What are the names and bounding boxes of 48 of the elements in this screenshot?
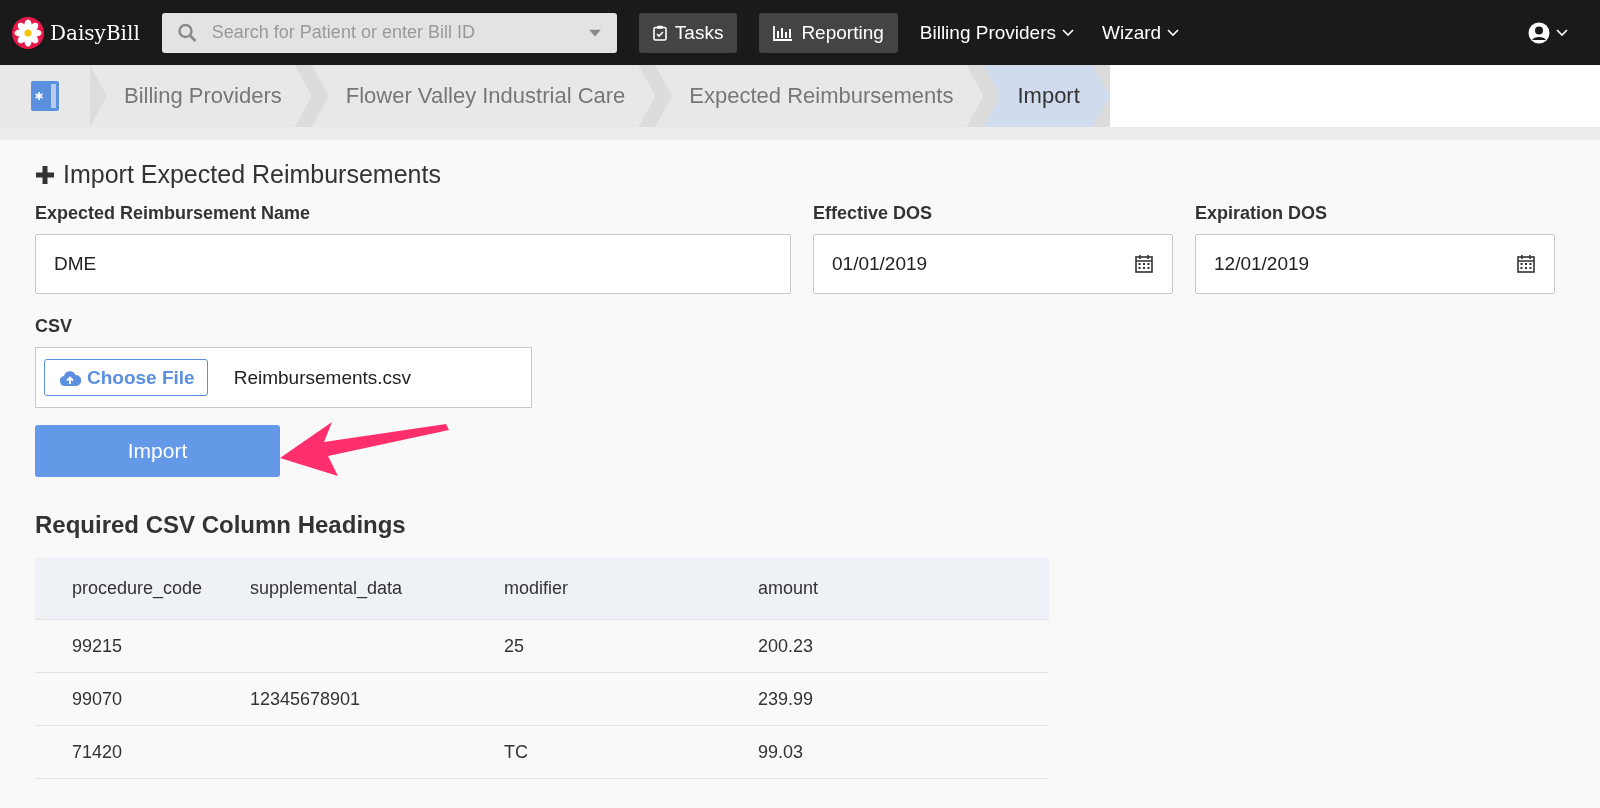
brand-name: DaisyBill [50, 20, 140, 45]
form-title: Import Expected Reimbursements [63, 160, 441, 189]
breadcrumb-link[interactable]: Flower Valley Industrial Care [311, 65, 656, 127]
table-cell: 99215 [72, 635, 123, 657]
table-cell: 12345678901 [250, 688, 361, 710]
column-header: procedure_code [72, 577, 203, 599]
breadcrumb-link[interactable]: Import [983, 65, 1110, 127]
table-cell: 25 [504, 635, 525, 657]
breadcrumb-link[interactable]: Expected Reimbursements [655, 65, 984, 127]
bar-chart-icon [773, 24, 794, 41]
clipboard-icon [652, 24, 667, 41]
column-header: modifier [504, 577, 569, 599]
table-cell: 71420 [72, 741, 123, 763]
calendar-icon[interactable] [1517, 254, 1535, 273]
search-field[interactable]: Search for Patient or enter Bill ID [161, 12, 617, 53]
section-heading: Required CSV Column Headings [35, 511, 407, 539]
date-field[interactable]: 01/01/2019 [813, 234, 1173, 294]
table-cell: 99070 [72, 688, 123, 710]
calendar-icon[interactable] [1135, 254, 1153, 273]
dropdown-caret-icon[interactable] [588, 29, 601, 36]
text-field[interactable]: DME [35, 234, 791, 294]
nav-menu[interactable]: Billing Providers [919, 21, 1074, 44]
table-cell: TC [504, 741, 528, 763]
table-cell: 239.99 [758, 688, 814, 710]
field-label: CSV [35, 316, 73, 337]
file-name: Reimbursements.csv [233, 366, 412, 389]
chevron-down-icon [1062, 28, 1074, 37]
provider-card-icon[interactable] [31, 81, 59, 111]
user-avatar-icon[interactable] [1528, 21, 1550, 44]
file-input[interactable]: Choose File Reimbursements.csv [35, 347, 532, 408]
table-cell: 200.23 [758, 635, 814, 657]
column-header: supplemental_data [250, 577, 403, 599]
chevron-down-icon[interactable] [1556, 28, 1568, 37]
date-field[interactable]: 12/01/2019 [1195, 234, 1555, 294]
nav-button[interactable]: Tasks [638, 12, 738, 53]
table-cell: 99.03 [758, 741, 804, 763]
plus-icon [35, 164, 55, 185]
field-label: Expected Reimbursement Name [35, 203, 312, 224]
column-header: amount [758, 577, 819, 599]
field-label: Effective DOS [813, 203, 934, 224]
daisy-logo-icon [12, 16, 44, 49]
cloud-upload-icon [59, 369, 81, 386]
nav-menu[interactable]: Wizard [1102, 21, 1180, 44]
breadcrumb-link[interactable]: Billing Providers [90, 65, 312, 127]
nav-button[interactable]: Reporting [759, 12, 898, 53]
chevron-down-icon [1167, 28, 1180, 37]
field-label: Expiration DOS [1195, 203, 1329, 224]
search-icon [177, 23, 197, 42]
